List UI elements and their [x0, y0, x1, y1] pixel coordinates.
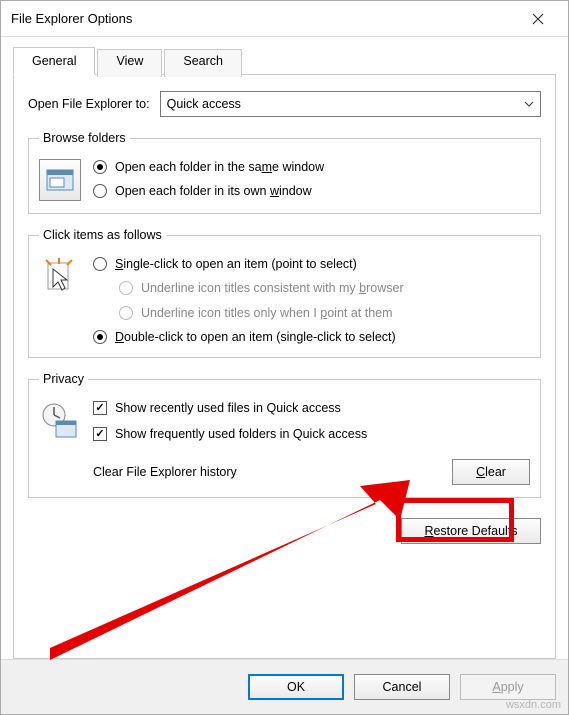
clear-history-row: Clear File Explorer history Clear: [93, 453, 530, 485]
radio-same-window-label: Open each folder in the same window: [115, 159, 324, 175]
radio-icon: [119, 281, 133, 295]
radio-double-click[interactable]: Double-click to open an item (single-cli…: [93, 329, 530, 345]
checkbox-icon: [93, 427, 107, 441]
open-to-row: Open File Explorer to: Quick access: [28, 91, 541, 117]
tab-strip: General View Search: [13, 47, 556, 75]
dialog-buttons: OK Cancel Apply: [1, 659, 568, 714]
cancel-button-label: Cancel: [383, 680, 422, 694]
history-icon: [39, 400, 81, 442]
radio-single-click[interactable]: Single-click to open an item (point to s…: [93, 256, 530, 272]
click-items-legend: Click items as follows: [39, 228, 166, 242]
clear-history-label: Clear File Explorer history: [93, 465, 442, 479]
tab-search-label: Search: [183, 54, 223, 68]
titlebar: File Explorer Options: [1, 1, 568, 37]
apply-button[interactable]: Apply: [460, 674, 556, 700]
privacy-legend: Privacy: [39, 372, 88, 386]
radio-underline-browser-label: Underline icon titles consistent with my…: [141, 280, 404, 296]
tab-general-label: General: [32, 54, 76, 68]
open-to-label: Open File Explorer to:: [28, 97, 150, 111]
radio-icon: [93, 330, 107, 344]
radio-icon: [93, 257, 107, 271]
folder-window-icon: [39, 159, 81, 201]
radio-underline-point: Underline icon titles only when I point …: [93, 305, 530, 321]
tab-view[interactable]: View: [97, 49, 162, 77]
tab-view-label: View: [116, 54, 143, 68]
close-icon: [532, 13, 544, 25]
browse-folders-group: Browse folders Open each folder in the s…: [28, 131, 541, 214]
radio-underline-browser: Underline icon titles consistent with my…: [93, 280, 530, 296]
dialog-window: File Explorer Options General View Searc…: [0, 0, 569, 715]
ok-button[interactable]: OK: [248, 674, 344, 700]
privacy-group: Privacy Show recently used files in Quic…: [28, 372, 541, 498]
checkbox-show-frequent-label: Show frequently used folders in Quick ac…: [115, 426, 367, 442]
click-items-group: Click items as follows Single-click to o…: [28, 228, 541, 358]
open-to-value: Quick access: [167, 97, 241, 111]
tab-general[interactable]: General: [13, 47, 95, 75]
ok-button-label: OK: [287, 680, 305, 694]
cursor-click-icon: [39, 256, 81, 298]
browse-folders-legend: Browse folders: [39, 131, 130, 145]
close-button[interactable]: [518, 4, 558, 34]
chevron-down-icon: [518, 92, 540, 116]
radio-own-window-label: Open each folder in its own window: [115, 183, 312, 199]
clear-button[interactable]: Clear: [452, 459, 530, 485]
radio-single-click-label: Single-click to open an item (point to s…: [115, 256, 357, 272]
radio-icon: [93, 160, 107, 174]
checkbox-show-frequent[interactable]: Show frequently used folders in Quick ac…: [93, 426, 530, 442]
restore-defaults-button[interactable]: Restore Defaults: [401, 518, 541, 544]
cancel-button[interactable]: Cancel: [354, 674, 450, 700]
general-panel: Open File Explorer to: Quick access Brow…: [13, 74, 556, 659]
window-title: File Explorer Options: [11, 11, 518, 26]
radio-same-window[interactable]: Open each folder in the same window: [93, 159, 530, 175]
checkbox-show-recent[interactable]: Show recently used files in Quick access: [93, 400, 530, 416]
watermark: wsxdn.com: [506, 699, 561, 711]
radio-icon: [93, 184, 107, 198]
tab-search[interactable]: Search: [164, 49, 242, 77]
radio-underline-point-label: Underline icon titles only when I point …: [141, 305, 393, 321]
radio-double-click-label: Double-click to open an item (single-cli…: [115, 329, 396, 345]
checkbox-show-recent-label: Show recently used files in Quick access: [115, 400, 341, 416]
checkbox-icon: [93, 401, 107, 415]
open-to-select[interactable]: Quick access: [160, 91, 541, 117]
radio-own-window[interactable]: Open each folder in its own window: [93, 183, 530, 199]
client-area: General View Search Open File Explorer t…: [1, 37, 568, 659]
radio-icon: [119, 306, 133, 320]
